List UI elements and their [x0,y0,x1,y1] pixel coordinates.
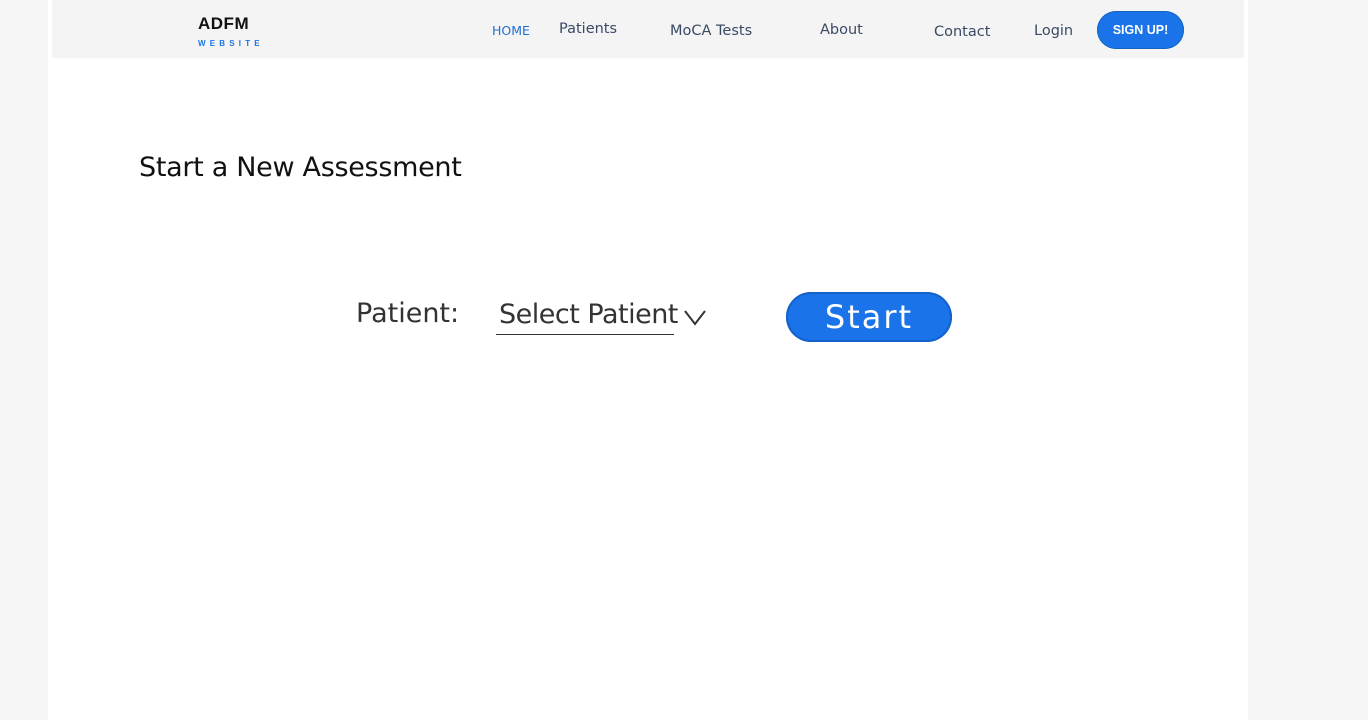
signup-button[interactable]: SIGN UP! [1097,11,1184,49]
start-button[interactable]: Start [786,292,952,342]
logo-name: ADFM [198,14,250,33]
patient-select-value[interactable]: Select Patient [496,296,678,335]
patient-label: Patient: [356,298,460,329]
nav-moca-tests-link[interactable]: MoCA Tests [670,23,752,39]
nav-about-link[interactable]: About [820,22,863,38]
nav-home-link[interactable]: HOME [492,23,530,38]
page-container: ADFM WEBSITE HOME Patients MoCA Tests Ab… [48,0,1248,720]
top-navbar: ADFM WEBSITE HOME Patients MoCA Tests Ab… [52,0,1244,58]
site-logo[interactable]: ADFM WEBSITE [198,14,264,49]
nav-login-link[interactable]: Login [1034,23,1073,39]
page-title: Start a New Assessment [139,152,462,183]
chevron-down-icon[interactable] [682,308,708,326]
patient-select-dropdown[interactable]: Select Patient [496,296,710,336]
nav-contact-link[interactable]: Contact [934,24,990,40]
nav-patients-link[interactable]: Patients [559,21,617,37]
logo-tagline: WEBSITE [198,39,264,48]
